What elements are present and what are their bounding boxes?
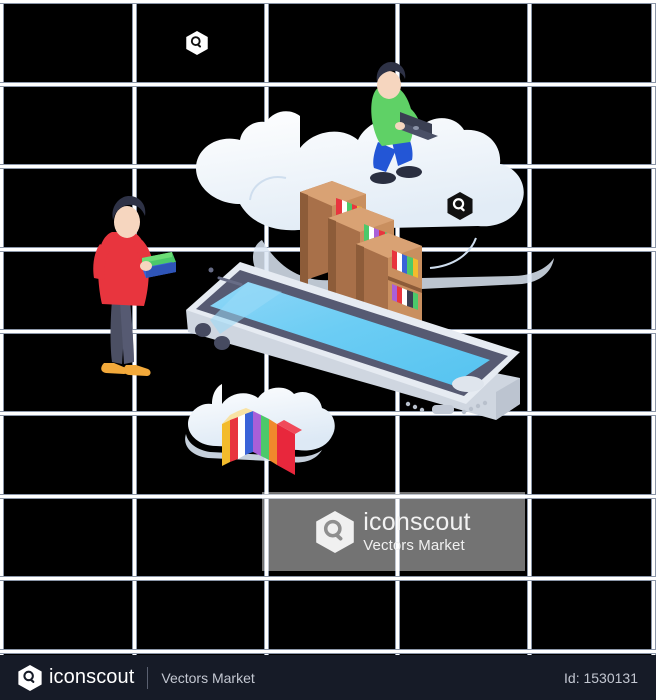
iconscout-watermark-icon: [447, 192, 473, 220]
watermark-plate: iconscout Vectors Market: [262, 492, 525, 571]
artboard-canvas: iconscout Vectors Market: [0, 0, 656, 655]
iconscout-logo-icon[interactable]: [18, 664, 42, 691]
screenshot-root: iconscout Vectors Market iconscout Vecto…: [0, 0, 656, 700]
person-standing-with-books: [93, 196, 176, 376]
watermark-brand: iconscout: [363, 508, 471, 536]
iconscout-logo-icon: [316, 510, 355, 553]
footer-divider: [147, 666, 149, 689]
asset-id-label: Id: 1530131: [564, 669, 638, 686]
footer-brand[interactable]: iconscout: [49, 666, 134, 689]
footer-bar: iconscout Vectors Market Id: 1530131: [0, 655, 656, 700]
iconscout-watermark-icon: [186, 31, 208, 55]
small-cloud-with-books: [185, 384, 335, 475]
watermark-tagline: Vectors Market: [363, 537, 465, 554]
footer-tagline[interactable]: Vectors Market: [161, 670, 254, 686]
